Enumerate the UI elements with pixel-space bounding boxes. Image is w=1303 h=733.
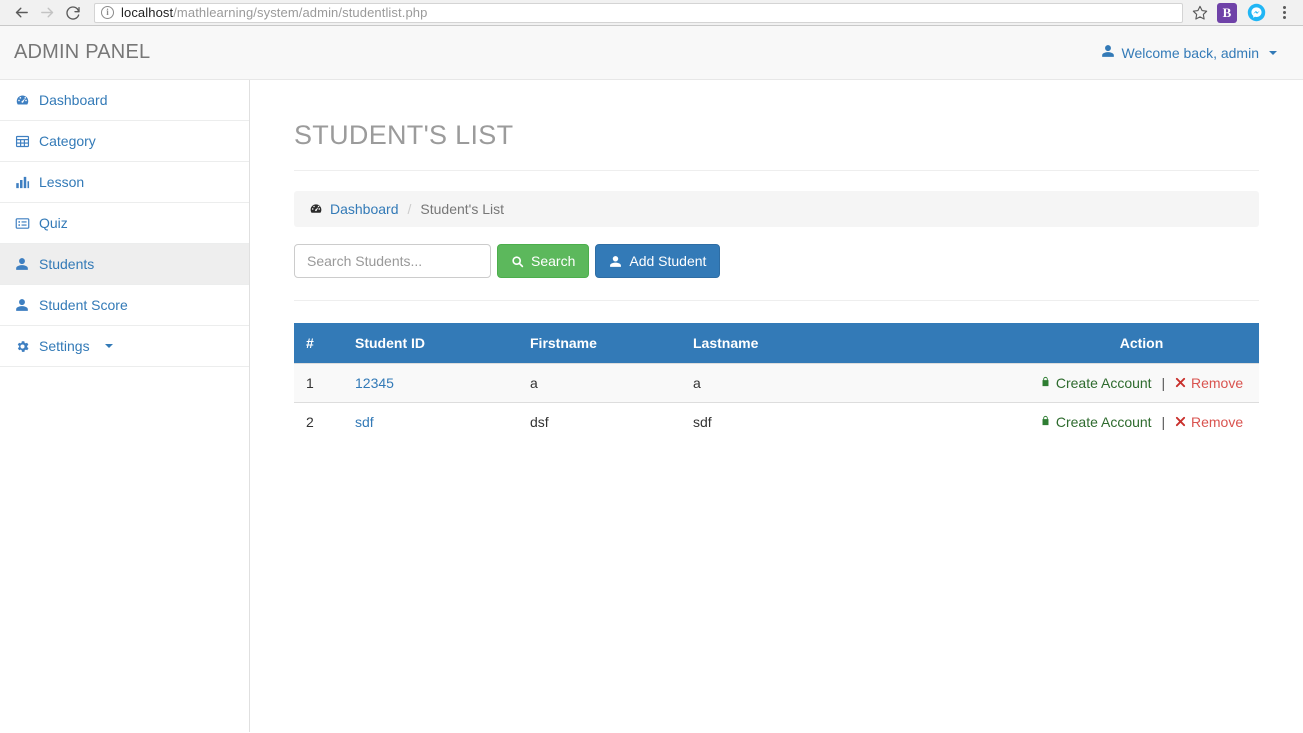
- column-header-student-id: Student ID: [346, 323, 521, 364]
- cell-lastname: sdf: [684, 403, 1024, 442]
- breadcrumb-dashboard-label: Dashboard: [330, 201, 399, 217]
- search-icon: [511, 255, 524, 268]
- page-title: STUDENT'S LIST: [294, 120, 1259, 171]
- column-header-index: #: [294, 323, 346, 364]
- chevron-down-icon: [1269, 51, 1277, 55]
- table-icon: [14, 134, 30, 149]
- search-input[interactable]: [294, 244, 491, 278]
- cell-firstname: a: [521, 364, 684, 403]
- main-content: STUDENT'S LIST Dashboard / Student's Lis…: [250, 80, 1303, 732]
- cell-firstname: dsf: [521, 403, 684, 442]
- search-toolbar: Search Add Student: [294, 244, 1259, 301]
- bar-chart-icon: [14, 175, 30, 190]
- sidebar-item-student-score[interactable]: Student Score: [0, 285, 249, 326]
- address-bar[interactable]: i localhost/mathlearning/system/admin/st…: [94, 3, 1183, 23]
- create-account-label: Create Account: [1056, 375, 1152, 391]
- site-info-icon[interactable]: i: [101, 6, 114, 19]
- breadcrumb-current: Student's List: [420, 201, 504, 217]
- lock-icon: [1040, 414, 1051, 430]
- lock-icon: [1040, 375, 1051, 391]
- create-account-link[interactable]: Create Account: [1040, 375, 1152, 391]
- remove-label: Remove: [1191, 375, 1243, 391]
- remove-link[interactable]: Remove: [1175, 414, 1243, 430]
- sidebar-item-category[interactable]: Category: [0, 121, 249, 162]
- browser-menu-icon[interactable]: [1275, 1, 1293, 25]
- browser-toolbar: i localhost/mathlearning/system/admin/st…: [0, 0, 1303, 26]
- messenger-extension-icon[interactable]: [1246, 3, 1266, 23]
- students-table: # Student ID Firstname Lastname Action 1…: [294, 323, 1259, 441]
- create-account-link[interactable]: Create Account: [1040, 414, 1152, 430]
- sidebar-item-label: Category: [39, 133, 96, 149]
- breadcrumb-separator: /: [405, 201, 415, 217]
- create-account-label: Create Account: [1056, 414, 1152, 430]
- remove-link[interactable]: Remove: [1175, 375, 1243, 391]
- user-icon: [14, 298, 30, 312]
- sidebar-item-dashboard[interactable]: Dashboard: [0, 80, 249, 121]
- column-header-lastname: Lastname: [684, 323, 1024, 364]
- cell-index: 2: [294, 403, 346, 442]
- reload-button[interactable]: [60, 0, 86, 26]
- cell-lastname: a: [684, 364, 1024, 403]
- table-body: 1 12345 a a Create Account: [294, 364, 1259, 442]
- sidebar: Dashboard Category Lesson Quiz Students: [0, 80, 250, 732]
- table-row: 1 12345 a a Create Account: [294, 364, 1259, 403]
- forward-button[interactable]: [34, 0, 60, 26]
- search-button[interactable]: Search: [497, 244, 589, 278]
- remove-label: Remove: [1191, 414, 1243, 430]
- student-id-link[interactable]: sdf: [355, 414, 374, 430]
- sidebar-item-label: Dashboard: [39, 92, 108, 108]
- breadcrumb: Dashboard / Student's List: [294, 191, 1259, 227]
- table-header: # Student ID Firstname Lastname Action: [294, 323, 1259, 364]
- chevron-down-icon: [105, 344, 113, 348]
- app-header: ADMIN PANEL Welcome back, admin: [0, 26, 1303, 80]
- action-separator: |: [1155, 375, 1171, 391]
- page-body: Dashboard Category Lesson Quiz Students: [0, 80, 1303, 732]
- page-brand-title: ADMIN PANEL: [14, 41, 150, 64]
- students-table-container: # Student ID Firstname Lastname Action 1…: [294, 323, 1259, 441]
- column-header-firstname: Firstname: [521, 323, 684, 364]
- bookmark-star-icon[interactable]: [1189, 2, 1211, 24]
- column-header-action: Action: [1024, 323, 1259, 364]
- table-header-row: # Student ID Firstname Lastname Action: [294, 323, 1259, 364]
- search-button-label: Search: [531, 253, 575, 269]
- tachometer-icon: [309, 202, 323, 216]
- close-icon: [1175, 414, 1186, 430]
- sidebar-item-label: Student Score: [39, 297, 128, 313]
- user-menu[interactable]: Welcome back, admin: [1101, 44, 1287, 61]
- table-row: 2 sdf dsf sdf Create Account: [294, 403, 1259, 442]
- action-separator: |: [1155, 414, 1171, 430]
- student-id-link[interactable]: 12345: [355, 375, 394, 391]
- url-text: localhost/mathlearning/system/admin/stud…: [121, 5, 427, 20]
- tachometer-icon: [14, 93, 30, 108]
- user-menu-label: Welcome back, admin: [1122, 45, 1259, 61]
- url-path: /mathlearning/system/admin/studentlist.p…: [173, 5, 427, 20]
- back-button[interactable]: [8, 0, 34, 26]
- cell-student-id: 12345: [346, 364, 521, 403]
- user-icon: [14, 257, 30, 271]
- cell-actions: Create Account | Remove: [1024, 403, 1259, 442]
- close-icon: [1175, 375, 1186, 391]
- breadcrumb-dashboard-link[interactable]: Dashboard: [309, 201, 399, 217]
- user-icon: [1101, 44, 1115, 61]
- sidebar-item-settings[interactable]: Settings: [0, 326, 249, 367]
- add-student-button-label: Add Student: [629, 253, 706, 269]
- bootstrap-extension-icon[interactable]: B: [1217, 3, 1237, 23]
- sidebar-item-quiz[interactable]: Quiz: [0, 203, 249, 244]
- sidebar-item-students[interactable]: Students: [0, 244, 249, 285]
- sidebar-item-label: Lesson: [39, 174, 84, 190]
- bootstrap-extension-label: B: [1223, 5, 1232, 21]
- user-icon: [609, 255, 622, 268]
- sidebar-item-label: Quiz: [39, 215, 68, 231]
- cell-actions: Create Account | Remove: [1024, 364, 1259, 403]
- cell-student-id: sdf: [346, 403, 521, 442]
- list-alt-icon: [14, 216, 30, 231]
- gear-icon: [14, 339, 30, 354]
- sidebar-item-lesson[interactable]: Lesson: [0, 162, 249, 203]
- sidebar-item-label: Students: [39, 256, 94, 272]
- cell-index: 1: [294, 364, 346, 403]
- sidebar-item-label: Settings: [39, 338, 90, 354]
- url-host: localhost: [121, 5, 173, 20]
- add-student-button[interactable]: Add Student: [595, 244, 720, 278]
